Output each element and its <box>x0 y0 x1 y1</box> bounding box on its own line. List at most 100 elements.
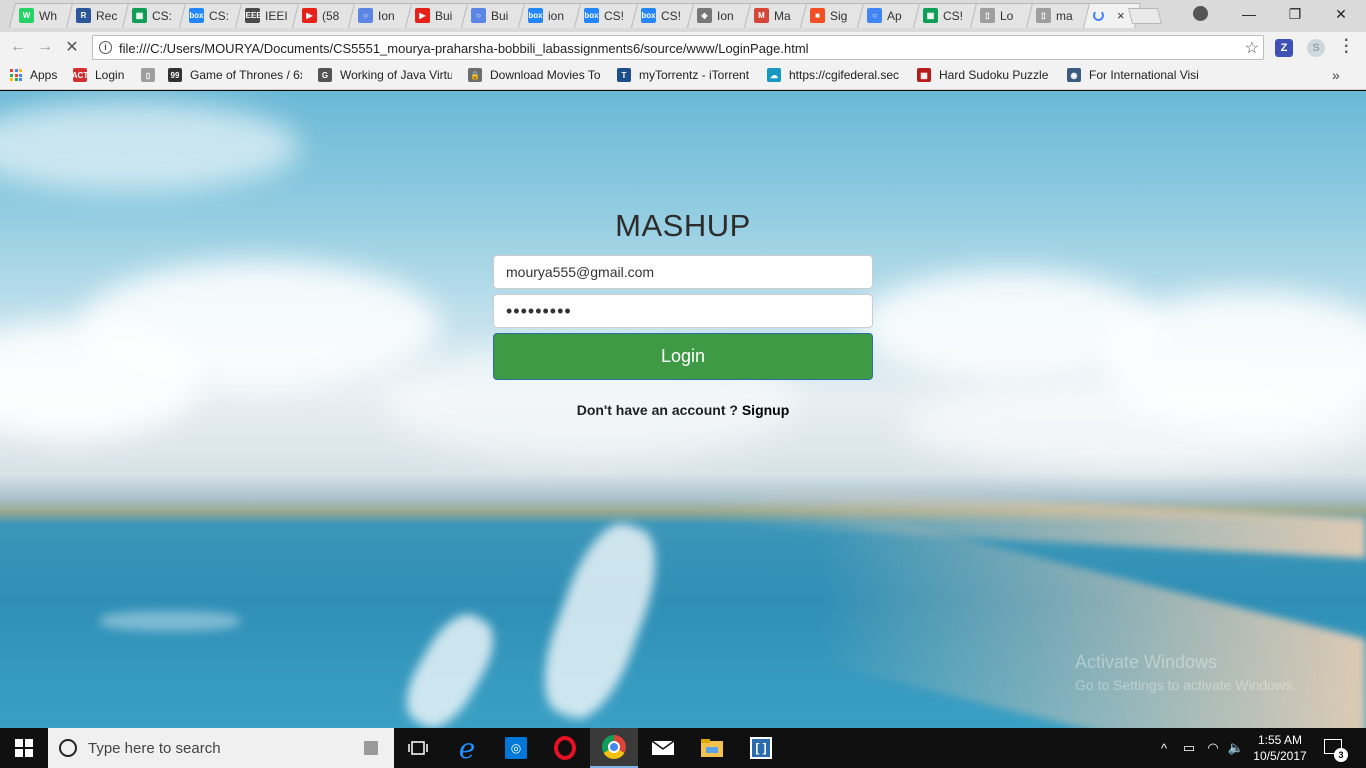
tab-title: Bui <box>434 8 452 23</box>
signup-link[interactable]: Signup <box>742 402 789 418</box>
act-icon: ACT <box>72 68 88 82</box>
browser-tab[interactable]: ▦ CS: <box>121 3 189 28</box>
start-button[interactable] <box>0 728 48 768</box>
tab-title: IEEI <box>265 8 288 23</box>
forward-arrow-icon[interactable]: → <box>35 37 55 57</box>
close-tab-icon[interactable]: × <box>1117 8 1125 23</box>
background-surf <box>394 604 506 728</box>
show-hidden-icons-chevron-icon[interactable]: ^ <box>1157 728 1171 768</box>
bookmark-label: myTorrentz - iTorrent <box>639 68 750 82</box>
browser-tab[interactable]: ○ Bui <box>460 3 528 28</box>
stop-loading-icon[interactable]: ✕ <box>62 37 82 57</box>
tab-title: CS! <box>604 8 625 23</box>
windows-logo-icon <box>15 739 33 757</box>
bookmark-label: Apps <box>30 68 58 82</box>
bookmark-item[interactable]: 🔒 Download Movies To <box>468 68 601 82</box>
seal-icon: ◉ <box>1067 68 1081 82</box>
tab-title: Rec <box>95 8 117 23</box>
volume-muted-icon[interactable]: 🔈 <box>1227 728 1245 768</box>
browser-tab[interactable]: ○ Ion <box>347 3 415 28</box>
quote-icon: 99 <box>168 68 182 82</box>
signup-prompt: Don't have an account ? Signup <box>493 402 873 418</box>
box-icon: box <box>640 8 656 23</box>
browser-tab[interactable]: ■ Sig <box>799 3 867 28</box>
bookmark-star-icon[interactable]: ☆ <box>1245 38 1259 58</box>
bookmark-label: Login <box>95 68 125 82</box>
tab-title: Sig <box>830 8 848 23</box>
ring-icon: ○ <box>471 8 486 23</box>
box-icon: box <box>584 8 599 23</box>
loading-spinner-icon <box>1092 10 1104 21</box>
tab-title: Bui <box>491 8 509 23</box>
email-field[interactable] <box>493 255 873 289</box>
bookmark-item[interactable]: Apps <box>10 68 57 82</box>
close-window-icon[interactable]: ✕ <box>1318 0 1364 28</box>
new-tab-button[interactable] <box>1128 8 1162 24</box>
tab-title: ma <box>1056 8 1073 23</box>
bookmark-item[interactable]: 99 Game of Thrones / 6x <box>168 68 302 82</box>
browser-tab[interactable]: ◈ Ion <box>686 3 754 28</box>
ieee-icon: IEEE <box>243 8 262 23</box>
swirl-icon: G <box>318 68 332 82</box>
taskbar-search[interactable]: Type here to search <box>48 728 394 768</box>
tab-title: Ion <box>717 8 734 23</box>
task-view-icon[interactable] <box>394 728 442 768</box>
clock-date: 10/5/2017 <box>1253 749 1307 763</box>
restore-icon[interactable]: ❐ <box>1272 0 1318 28</box>
system-clock[interactable]: 1:55 AM 10/5/2017 <box>1247 732 1313 764</box>
wifi-icon[interactable]: ◠ <box>1204 728 1222 768</box>
youtube-icon: ▶ <box>414 8 430 23</box>
password-field[interactable] <box>493 294 873 328</box>
minimize-icon[interactable]: — <box>1226 0 1272 28</box>
profile-icon[interactable] <box>1193 6 1208 21</box>
browser-tab[interactable]: box CS! <box>573 3 641 28</box>
ring-icon: ○ <box>358 8 373 23</box>
back-arrow-icon[interactable]: ← <box>8 37 28 57</box>
page-title: MASHUP <box>615 208 751 243</box>
bookmark-item[interactable]: ☁ https://cgifederal.sec <box>767 68 899 82</box>
login-page: MASHUP Login Don't have an account ? Sig… <box>0 91 1366 728</box>
background-cloud <box>0 101 300 191</box>
store-icon[interactable]: ◎ <box>492 728 540 768</box>
sudoku-icon: ▦ <box>917 68 931 82</box>
bookmark-item[interactable]: TmyTorrentz - iTorrent <box>617 68 749 82</box>
address-bar[interactable]: i file:///C:/Users/MOURYA/Documents/CS55… <box>92 35 1264 60</box>
whatsapp-icon: W <box>19 8 34 23</box>
browser-tab[interactable]: IEEE IEEI <box>234 3 302 28</box>
browser-tab[interactable]: ▦ CS! <box>912 3 980 28</box>
apps-grid-icon <box>10 69 22 81</box>
login-button[interactable]: Login <box>493 333 873 380</box>
opera-icon[interactable] <box>541 728 589 768</box>
info-icon[interactable]: i <box>99 41 112 54</box>
activate-windows-watermark: Activate Windows <box>1075 652 1218 672</box>
bookmark-item[interactable]: ACT Login <box>72 68 125 82</box>
sheets-icon: ▦ <box>132 8 147 23</box>
edge-icon[interactable]: e <box>443 728 491 768</box>
box-icon: box <box>527 8 543 23</box>
file-explorer-icon[interactable] <box>688 728 736 768</box>
more-bookmarks-icon[interactable]: » <box>1332 67 1340 83</box>
mail-icon[interactable] <box>639 728 687 768</box>
bookmark-item[interactable]: G Working of Java Virtu <box>318 68 452 82</box>
lock-icon: 🔒 <box>468 68 482 82</box>
tab-title: Lo <box>999 8 1013 23</box>
microphone-icon[interactable] <box>364 741 378 755</box>
browser-tab[interactable]: ▯ ma <box>1025 3 1093 28</box>
r-icon: R <box>75 8 91 23</box>
chrome-menu-icon[interactable]: · · · <box>1344 33 1349 61</box>
box-icon: box <box>188 8 204 23</box>
tab-title: Wh <box>39 8 57 23</box>
url-text[interactable]: file:///C:/Users/MOURYA/Documents/CS5551… <box>119 41 809 56</box>
browser-tab[interactable]: W Wh <box>8 3 76 28</box>
chrome-icon[interactable] <box>590 728 638 768</box>
app-launcher-icon[interactable]: [ ] <box>737 728 785 768</box>
skype-extension-icon[interactable]: S <box>1307 39 1325 57</box>
bookmark-label: Game of Thrones / 6x <box>190 68 302 82</box>
zotero-extension-icon[interactable]: Z <box>1275 39 1293 57</box>
battery-icon[interactable]: ▭ <box>1180 728 1198 768</box>
signup-prompt-text: Don't have an account ? <box>576 402 738 418</box>
bookmark-item[interactable]: ▯ <box>141 68 163 82</box>
bookmark-item[interactable]: ◉ For International Visi <box>1067 68 1199 82</box>
bookmark-item[interactable]: ▦ Hard Sudoku Puzzle <box>917 68 1048 82</box>
page-icon: ▯ <box>1036 8 1051 23</box>
